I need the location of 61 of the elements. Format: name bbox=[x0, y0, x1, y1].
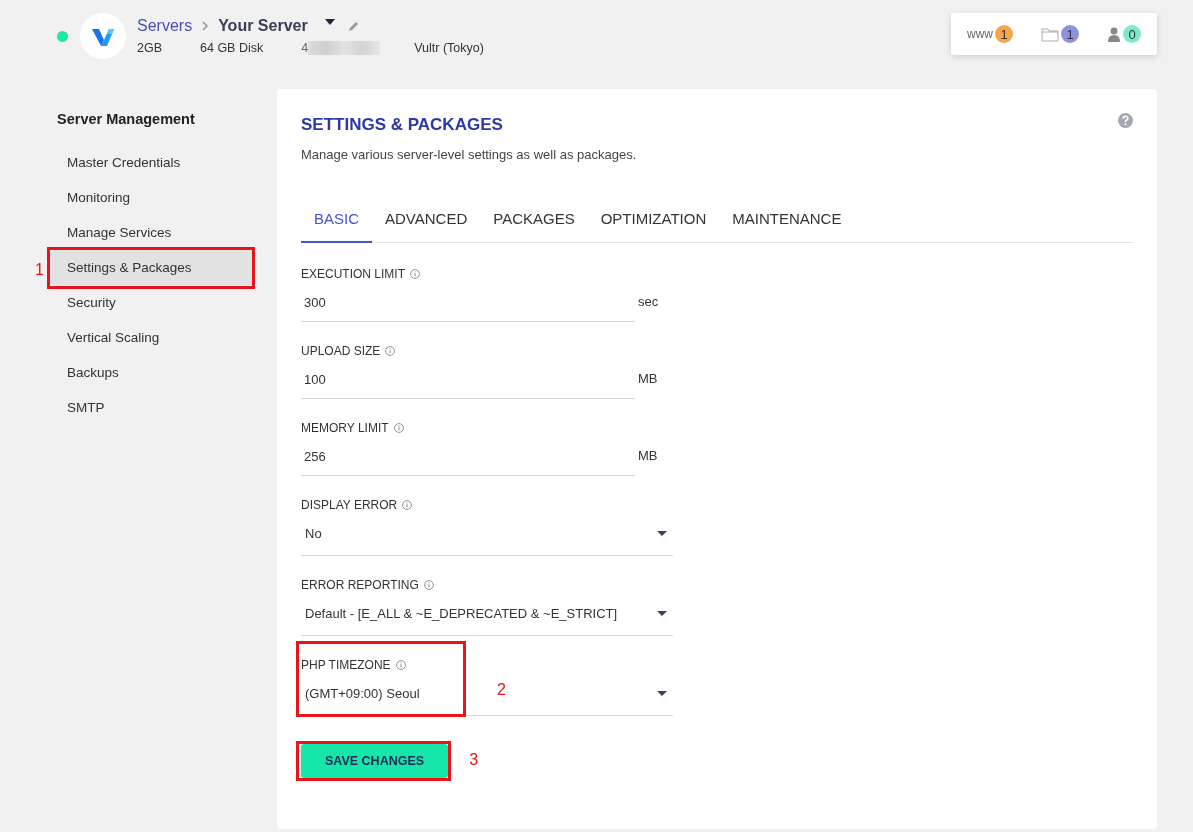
user-icon[interactable] bbox=[1107, 26, 1121, 42]
sidebar-item[interactable]: SMTP bbox=[50, 390, 252, 425]
input-field[interactable]: 300 bbox=[301, 281, 635, 322]
caret-icon bbox=[657, 610, 667, 617]
sidebar-item[interactable]: Manage Services bbox=[50, 215, 252, 250]
info-icon[interactable] bbox=[423, 580, 434, 590]
sidebar-heading: Server Management bbox=[57, 111, 196, 127]
caret-icon bbox=[657, 690, 667, 697]
field-label: DISPLAY ERROR bbox=[301, 498, 398, 512]
folder-icon[interactable] bbox=[1041, 26, 1059, 42]
server-name: Your Server bbox=[218, 17, 308, 35]
count-badge: 1 bbox=[1061, 25, 1079, 43]
status-dot bbox=[57, 30, 68, 42]
info-icon[interactable] bbox=[402, 500, 413, 510]
info-icon[interactable] bbox=[393, 423, 404, 433]
field-label: EXECUTION LIMIT bbox=[301, 267, 405, 281]
pencil-icon[interactable] bbox=[347, 20, 360, 32]
annotation-number: 3 bbox=[469, 751, 479, 769]
breadcrumb-link[interactable]: Servers bbox=[137, 17, 193, 35]
field-label: UPLOAD SIZE bbox=[301, 344, 381, 358]
field-label: PHP TIMEZONE bbox=[301, 658, 391, 672]
input-field[interactable]: 100 bbox=[301, 358, 635, 399]
tab[interactable]: PACKAGES bbox=[480, 210, 588, 242]
sidebar-item[interactable]: Security bbox=[50, 285, 252, 320]
annotation-number: 2 bbox=[497, 681, 506, 699]
server-spec: 2GB bbox=[137, 41, 162, 55]
sidebar-item[interactable]: Backups bbox=[50, 355, 252, 390]
unit-label: MB bbox=[638, 448, 658, 463]
sidebar-item[interactable]: Vertical Scaling bbox=[50, 320, 252, 355]
panel-subtitle: Manage various server-level settings as well as packages. bbox=[301, 147, 637, 162]
field-label: MEMORY LIMIT bbox=[301, 421, 389, 435]
tab[interactable]: ADVANCED bbox=[372, 210, 481, 242]
annotation-number: 1 bbox=[35, 261, 44, 279]
server-spec: 64 GB Disk bbox=[200, 41, 264, 55]
caret-icon bbox=[657, 530, 667, 537]
unit-label: sec bbox=[638, 294, 659, 309]
sidebar-item[interactable]: Settings & Packages bbox=[50, 250, 252, 285]
save-button[interactable]: SAVE CHANGES bbox=[301, 744, 449, 778]
panel-title: SETTINGS & PACKAGES bbox=[301, 115, 504, 135]
select-field[interactable]: Default - [E_ALL & ~E_DEPRECATED & ~E_STRICT] bbox=[301, 592, 673, 636]
field-label: ERROR REPORTING bbox=[301, 578, 419, 592]
select-field[interactable]: No bbox=[301, 512, 673, 556]
count-badge: 0 bbox=[1123, 25, 1141, 43]
caret-icon[interactable] bbox=[324, 18, 335, 26]
server-location: Vultr (Tokyo) bbox=[414, 41, 484, 55]
count-badge: 1 bbox=[995, 25, 1013, 43]
logo-icon bbox=[80, 13, 126, 59]
tab[interactable]: OPTIMIZATION bbox=[587, 210, 720, 242]
sidebar-item[interactable]: Master Credentials bbox=[50, 145, 252, 180]
chevron-icon bbox=[201, 21, 210, 31]
ip-address: 4 bbox=[301, 41, 309, 55]
unit-label: MB bbox=[638, 371, 658, 386]
info-icon[interactable] bbox=[410, 269, 420, 279]
info-icon[interactable] bbox=[385, 346, 396, 356]
info-icon[interactable] bbox=[395, 660, 406, 670]
input-field[interactable]: 256 bbox=[301, 435, 635, 476]
sidebar-item[interactable]: Monitoring bbox=[50, 180, 252, 215]
tab[interactable]: BASIC bbox=[301, 210, 372, 243]
tab[interactable]: MAINTENANCE bbox=[719, 210, 855, 242]
www-label: www bbox=[967, 27, 993, 41]
help-icon[interactable] bbox=[1118, 113, 1133, 128]
